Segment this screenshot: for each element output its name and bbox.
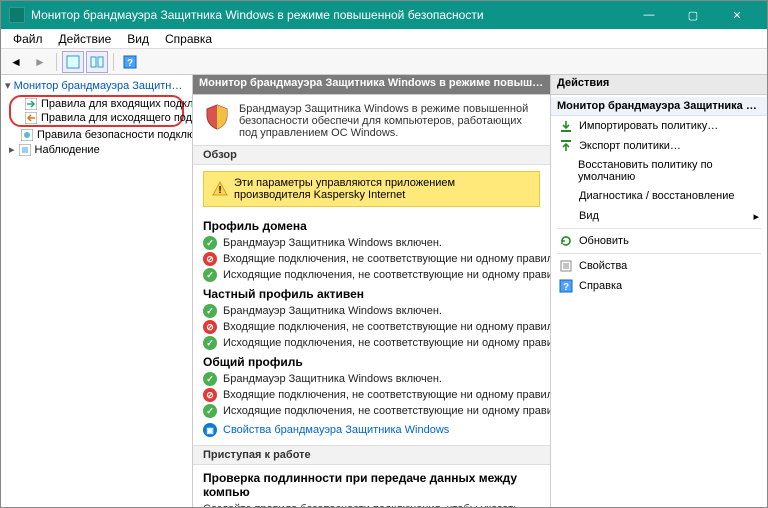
- consec-icon: [21, 129, 33, 141]
- kaspersky-banner: ! Эти параметры управляются приложением …: [203, 171, 540, 207]
- menu-view[interactable]: Вид: [119, 30, 157, 48]
- tree-connection-security[interactable]: Правила безопасности подключений: [3, 128, 190, 142]
- center-header: Монитор брандмауэра Защитника Windows в …: [193, 75, 550, 95]
- toolbar-btn-1[interactable]: [62, 51, 84, 73]
- tree-root[interactable]: Монитор брандмауэра Защитника Windows в: [3, 77, 190, 94]
- menu-bar: Файл Действие Вид Справка: [1, 29, 767, 49]
- check-icon: ✓: [203, 372, 217, 386]
- refresh-icon: [559, 234, 573, 248]
- menu-help[interactable]: Справка: [157, 30, 220, 48]
- svg-text:?: ?: [127, 58, 133, 69]
- import-icon: [559, 119, 573, 133]
- window-titlebar: Монитор брандмауэра Защитника Windows в …: [1, 1, 767, 29]
- action-refresh[interactable]: Обновить: [551, 231, 767, 251]
- action-view[interactable]: Вид▸: [551, 206, 767, 226]
- tree-panel: Монитор брандмауэра Защитника Windows в …: [1, 75, 193, 507]
- firewall-properties-link[interactable]: ▣ Свойства брандмауэра Защитника Windows: [193, 419, 550, 445]
- svg-text:?: ?: [563, 282, 569, 293]
- outbound-icon: [25, 112, 37, 124]
- actions-group-title: Монитор брандмауэра Защитника Windows в …: [551, 97, 767, 116]
- tree-inbound-rules[interactable]: Правила для входящих подключений: [13, 97, 180, 111]
- back-button[interactable]: ◄: [5, 51, 27, 73]
- help-icon: ?: [559, 279, 573, 293]
- toolbar: ◄ ► ?: [1, 49, 767, 75]
- close-button[interactable]: ✕: [715, 1, 759, 29]
- check-icon: ✓: [203, 268, 217, 282]
- getting-started-heading: Приступая к работе: [193, 445, 550, 465]
- auth-paragraph: Создайте правила безопасности подключени…: [193, 501, 550, 507]
- shield-icon: [203, 103, 231, 131]
- block-icon: ⊘: [203, 388, 217, 402]
- action-restore-default[interactable]: Восстановить политику по умолчанию: [551, 156, 767, 186]
- chevron-right-icon: ▸: [753, 210, 759, 223]
- tree-consec-label: Правила безопасности подключений: [37, 129, 193, 141]
- intro-text: Брандмауэр Защитника Windows в режиме по…: [239, 103, 540, 139]
- center-panel: Монитор брандмауэра Защитника Windows в …: [193, 75, 551, 507]
- check-icon: ✓: [203, 304, 217, 318]
- inbound-icon: [25, 98, 37, 110]
- public-profile-heading: Общий профиль: [193, 351, 550, 371]
- private-profile-heading: Частный профиль активен: [193, 283, 550, 303]
- auth-heading: Проверка подлинности при передаче данных…: [193, 465, 550, 501]
- export-icon: [559, 139, 573, 153]
- action-properties[interactable]: Свойства: [551, 256, 767, 276]
- action-import-policy[interactable]: Импортировать политику…: [551, 116, 767, 136]
- menu-action[interactable]: Действие: [51, 30, 120, 48]
- properties-icon: [559, 259, 573, 273]
- tree-monitoring[interactable]: ▸ Наблюдение: [3, 142, 190, 157]
- menu-file[interactable]: Файл: [5, 30, 51, 48]
- block-icon: ⊘: [203, 320, 217, 334]
- action-diagnostics[interactable]: Диагностика / восстановление: [551, 186, 767, 206]
- warning-icon: !: [212, 181, 228, 197]
- action-help[interactable]: ?Справка: [551, 276, 767, 296]
- app-icon: [9, 7, 25, 23]
- highlighted-rules: Правила для входящих подключений Правила…: [9, 95, 184, 127]
- check-icon: ✓: [203, 404, 217, 418]
- actions-header: Действия: [551, 75, 767, 95]
- svg-text:!: !: [218, 185, 221, 196]
- forward-button[interactable]: ►: [29, 51, 51, 73]
- tree-outbound-rules[interactable]: Правила для исходящего подключения: [13, 111, 180, 125]
- check-icon: ✓: [203, 236, 217, 250]
- block-icon: ⊘: [203, 252, 217, 266]
- maximize-button[interactable]: ▢: [671, 1, 715, 29]
- toolbar-btn-2[interactable]: [86, 51, 108, 73]
- banner-text: Эти параметры управляются приложением пр…: [234, 177, 531, 201]
- monitor-icon: [19, 144, 31, 156]
- tree-outbound-label: Правила для исходящего подключения: [41, 112, 193, 124]
- tree-inbound-label: Правила для входящих подключений: [41, 98, 193, 110]
- overview-heading: Обзор: [193, 145, 550, 165]
- action-export-policy[interactable]: Экспорт политики…: [551, 136, 767, 156]
- link-icon: ▣: [203, 423, 217, 437]
- actions-panel: Действия Монитор брандмауэра Защитника W…: [551, 75, 767, 507]
- domain-profile-heading: Профиль домена: [193, 215, 550, 235]
- minimize-button[interactable]: —: [627, 1, 671, 29]
- window-title: Монитор брандмауэра Защитника Windows в …: [31, 8, 627, 22]
- help-button[interactable]: ?: [119, 51, 141, 73]
- tree-monitor-label: Наблюдение: [35, 144, 100, 156]
- check-icon: ✓: [203, 336, 217, 350]
